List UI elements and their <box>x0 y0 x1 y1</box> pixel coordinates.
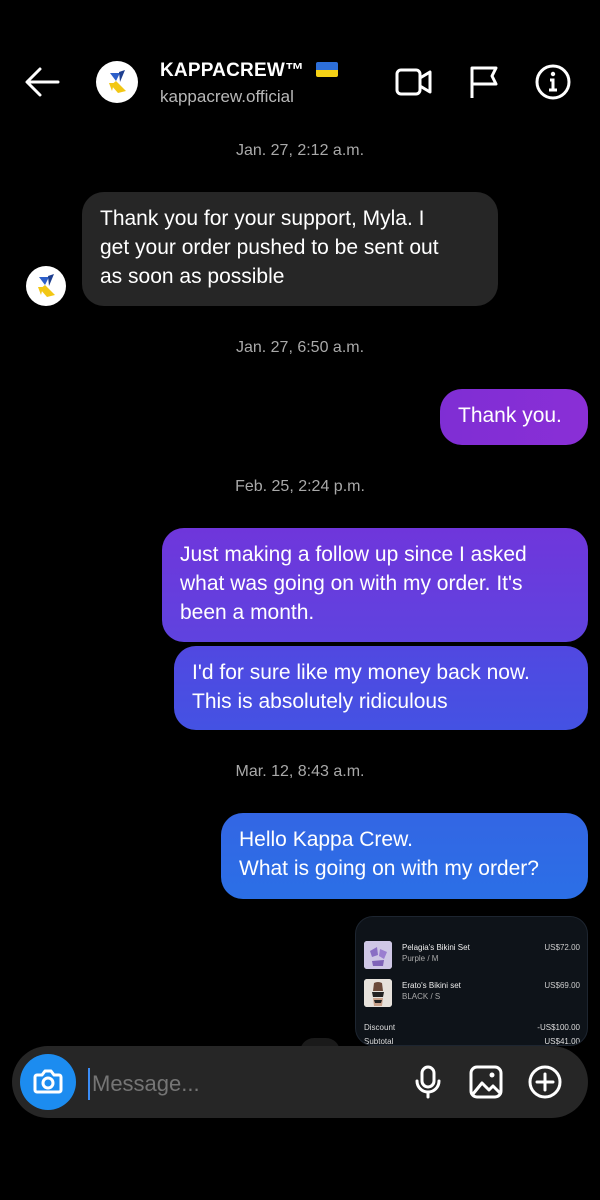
product-thumbnail <box>364 979 392 1007</box>
product-thumbnail <box>364 941 392 969</box>
plus-icon[interactable] <box>527 1064 563 1100</box>
timestamp: Mar. 12, 8:43 a.m. <box>235 763 365 780</box>
message-composer <box>12 1046 588 1118</box>
message-line: Thank you for your support, Myla. I <box>100 207 425 230</box>
sender-avatar[interactable] <box>26 266 66 306</box>
timestamp: Jan. 27, 2:12 a.m. <box>235 142 365 159</box>
message-line: been a month. <box>180 601 315 624</box>
message-line: as soon as possible <box>100 265 285 288</box>
receipt-item: Pelagia's Bikini Set Purple / M US$72.00 <box>364 941 580 973</box>
camera-button[interactable] <box>20 1054 76 1110</box>
item-price: US$69.00 <box>544 981 580 990</box>
subtotal-row: Subtotal US$41.00 <box>364 1037 580 1046</box>
subtotal-value: US$41.00 <box>544 1037 580 1046</box>
info-icon[interactable] <box>533 62 573 102</box>
message-line: Just making a follow up since I asked <box>180 543 527 566</box>
message-line: what was going on with my order. It's <box>180 572 523 595</box>
chat-title-text: KAPPACREW™ <box>160 60 305 81</box>
profile-avatar[interactable] <box>96 61 138 103</box>
incoming-message[interactable]: Thank you for your support, Myla. I get … <box>82 192 498 306</box>
video-call-icon[interactable] <box>394 62 434 102</box>
outgoing-message[interactable]: Thank you. <box>440 389 588 445</box>
outgoing-message[interactable]: I'd for sure like my money back now. Thi… <box>174 646 588 730</box>
outgoing-message[interactable]: Hello Kappa Crew. What is going on with … <box>221 813 588 899</box>
subtotal-label: Subtotal <box>364 1037 394 1046</box>
message-line: This is absolutely ridiculous <box>192 690 448 713</box>
message-line: get your order pushed to be sent out <box>100 236 439 259</box>
item-name: Pelagia's Bikini Set <box>402 943 470 952</box>
ukraine-flag-icon <box>315 62 338 77</box>
message-line: Hello Kappa Crew. <box>239 828 413 851</box>
message-input[interactable] <box>88 1068 394 1100</box>
message-line: I'd for sure like my money back now. <box>192 661 530 684</box>
message-line: Thank you. <box>458 404 562 427</box>
item-name: Erato's Bikini set <box>402 981 461 990</box>
chat-username[interactable]: kappacrew.official <box>160 87 294 107</box>
microphone-icon[interactable] <box>410 1064 446 1100</box>
order-screenshot-image[interactable]: Pelagia's Bikini Set Purple / M US$72.00… <box>355 916 588 1046</box>
outgoing-message[interactable]: Just making a follow up since I asked wh… <box>162 528 588 642</box>
gallery-icon[interactable] <box>468 1064 504 1100</box>
chat-title[interactable]: KAPPACREW™ <box>160 60 338 82</box>
discount-label: Discount <box>364 1023 396 1032</box>
item-variant: BLACK / S <box>402 992 441 1001</box>
timestamp: Feb. 25, 2:24 p.m. <box>235 478 365 495</box>
item-price: US$72.00 <box>544 943 580 952</box>
item-variant: Purple / M <box>402 954 439 963</box>
receipt-item: Erato's Bikini set BLACK / S US$69.00 <box>364 979 580 1011</box>
discount-row: Discount -US$100.00 <box>364 1023 580 1032</box>
camera-icon <box>33 1069 63 1094</box>
discount-value: -US$100.00 <box>537 1023 580 1032</box>
flag-icon[interactable] <box>464 62 504 102</box>
timestamp: Jan. 27, 6:50 a.m. <box>235 339 365 356</box>
message-line: What is going on with my order? <box>239 857 539 880</box>
chat-header: KAPPACREW™ kappacrew.official <box>0 0 600 130</box>
back-arrow-icon[interactable] <box>22 64 62 100</box>
